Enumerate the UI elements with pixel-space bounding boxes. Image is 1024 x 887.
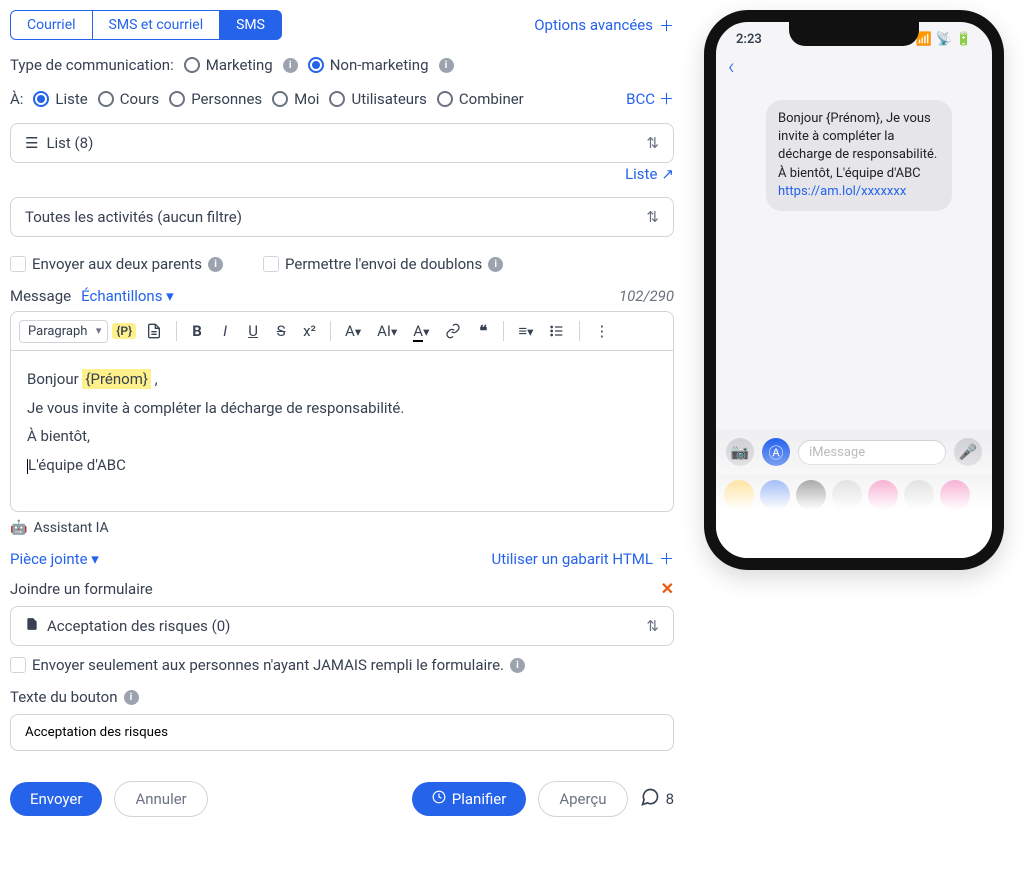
tab-email[interactable]: Courriel — [10, 10, 93, 40]
info-icon[interactable]: i — [439, 58, 454, 73]
char-count: 102/290 — [619, 287, 674, 305]
comm-type-label: Type de communication: — [10, 56, 174, 74]
info-icon[interactable]: i — [283, 58, 298, 73]
clock-icon — [432, 790, 446, 808]
chevron-updown-icon: ⇅ — [646, 134, 659, 152]
app-icon — [940, 480, 970, 510]
phone-time: 2:23 — [736, 32, 762, 47]
info-icon[interactable]: i — [510, 658, 525, 673]
check-never-filled[interactable]: Envoyer seulement aux personnes n'ayant … — [10, 656, 525, 674]
line-height-button[interactable]: AI▾ — [371, 318, 403, 344]
radio-to-me[interactable]: Moi — [272, 90, 319, 108]
quote-button[interactable]: ❝ — [471, 318, 495, 344]
back-icon: ‹ — [728, 55, 735, 80]
underline-button[interactable]: U — [241, 318, 265, 344]
mic-icon: 🎤 — [954, 438, 982, 466]
radio-non-marketing[interactable]: Non-marketing — [308, 56, 429, 74]
sms-icon — [640, 787, 660, 811]
schedule-button[interactable]: Planifier — [412, 782, 527, 816]
app-icon — [796, 480, 826, 510]
chevron-updown-icon: ⇅ — [646, 617, 659, 635]
font-size-button[interactable]: A▾ — [339, 318, 367, 344]
radio-to-users[interactable]: Utilisateurs — [329, 90, 426, 108]
chevron-updown-icon: ⇅ — [646, 208, 659, 226]
plus-icon: ＋ — [659, 15, 674, 36]
samples-dropdown[interactable]: Échantillons ▾ — [81, 287, 174, 305]
remove-form-button[interactable]: ✕ — [661, 579, 674, 598]
list-icon: ☰ — [25, 134, 38, 152]
sms-bubble: Bonjour {Prénom}, Je vous invite à compl… — [766, 100, 952, 211]
list-select[interactable]: ☰ List (8) ⇅ — [10, 123, 674, 163]
check-both-parents[interactable]: Envoyer aux deux parents i — [10, 255, 223, 273]
radio-marketing[interactable]: Marketing — [184, 56, 273, 74]
superscript-button[interactable]: x² — [297, 318, 322, 344]
ai-assistant-link[interactable]: 🤖 Assistant IA — [10, 520, 674, 536]
app-icon — [760, 480, 790, 510]
italic-button[interactable]: I — [213, 318, 237, 344]
info-icon[interactable]: i — [124, 690, 139, 705]
bold-button[interactable]: B — [185, 318, 209, 344]
app-icon — [868, 480, 898, 510]
button-text-label: Texte du bouton — [10, 688, 118, 706]
tab-sms-email[interactable]: SMS et courriel — [93, 10, 220, 40]
more-button[interactable]: ⋮ — [588, 318, 615, 344]
align-button[interactable]: ≡▾ — [512, 318, 539, 344]
document-icon[interactable] — [140, 319, 168, 343]
use-html-template-link[interactable]: Utiliser un gabarit HTML ＋ — [492, 548, 675, 569]
sms-link: https://am.lol/xxxxxxx — [778, 184, 906, 199]
token-button[interactable]: {P} — [112, 323, 136, 339]
sms-count: 8 — [640, 787, 674, 811]
paragraph-select[interactable]: Paragraph — [19, 320, 108, 343]
cancel-button[interactable]: Annuler — [114, 781, 207, 817]
radio-to-people[interactable]: Personnes — [169, 90, 262, 108]
file-icon — [25, 617, 39, 635]
radio-to-course[interactable]: Cours — [98, 90, 159, 108]
button-text-input[interactable] — [10, 714, 674, 751]
radio-to-list[interactable]: Liste — [33, 90, 87, 108]
robot-icon: 🤖 — [10, 520, 27, 536]
font-color-button[interactable]: A▾ — [407, 318, 435, 344]
app-icon — [832, 480, 862, 510]
phone-preview: 2:23 📶📡🔋 ‹ Bonjour {Prénom}, Je vous inv… — [704, 10, 1004, 570]
send-button[interactable]: Envoyer — [10, 782, 102, 816]
app-icon — [724, 480, 754, 510]
app-icon — [904, 480, 934, 510]
to-label: À: — [10, 90, 23, 108]
keyboard-row: Q W E R T Y U I O P — [716, 516, 992, 558]
form-select[interactable]: Acceptation des risques (0) ⇅ — [10, 606, 674, 646]
list-external-link[interactable]: Liste ↗ — [10, 165, 674, 183]
join-form-label: Joindre un formulaire — [10, 580, 153, 598]
message-editor: Paragraph {P} B I U S x² A▾ AI▾ A▾ ❝ — [10, 311, 674, 512]
external-link-icon: ↗ — [661, 165, 674, 183]
activity-select[interactable]: Toutes les activités (aucun filtre) ⇅ — [10, 197, 674, 237]
editor-textarea[interactable]: Bonjour {Prénom} , Je vous invite à comp… — [11, 351, 673, 511]
phone-status-icons: 📶📡🔋 — [915, 32, 972, 47]
camera-icon: 📷 — [726, 438, 754, 466]
attachment-dropdown[interactable]: Pièce jointe ▾ — [10, 550, 99, 568]
message-label: Message — [10, 287, 71, 305]
tab-sms[interactable]: SMS — [219, 10, 282, 40]
strike-button[interactable]: S — [269, 318, 293, 344]
check-allow-duplicates[interactable]: Permettre l'envoi de doublons i — [263, 255, 503, 273]
radio-to-combine[interactable]: Combiner — [437, 90, 524, 108]
merge-token: {Prénom} — [82, 369, 151, 389]
info-icon[interactable]: i — [208, 257, 223, 272]
plus-icon: ＋ — [659, 548, 674, 569]
apps-icon: Ⓐ — [762, 438, 790, 466]
link-button[interactable] — [439, 319, 467, 343]
list-button[interactable] — [543, 319, 571, 343]
imessage-input: iMessage — [798, 440, 946, 465]
advanced-options-link[interactable]: Options avancées ＋ — [534, 15, 674, 36]
bcc-link[interactable]: BCC ＋ — [626, 88, 674, 109]
preview-button[interactable]: Aperçu — [538, 781, 627, 817]
info-icon[interactable]: i — [488, 257, 503, 272]
plus-icon: ＋ — [659, 88, 674, 109]
